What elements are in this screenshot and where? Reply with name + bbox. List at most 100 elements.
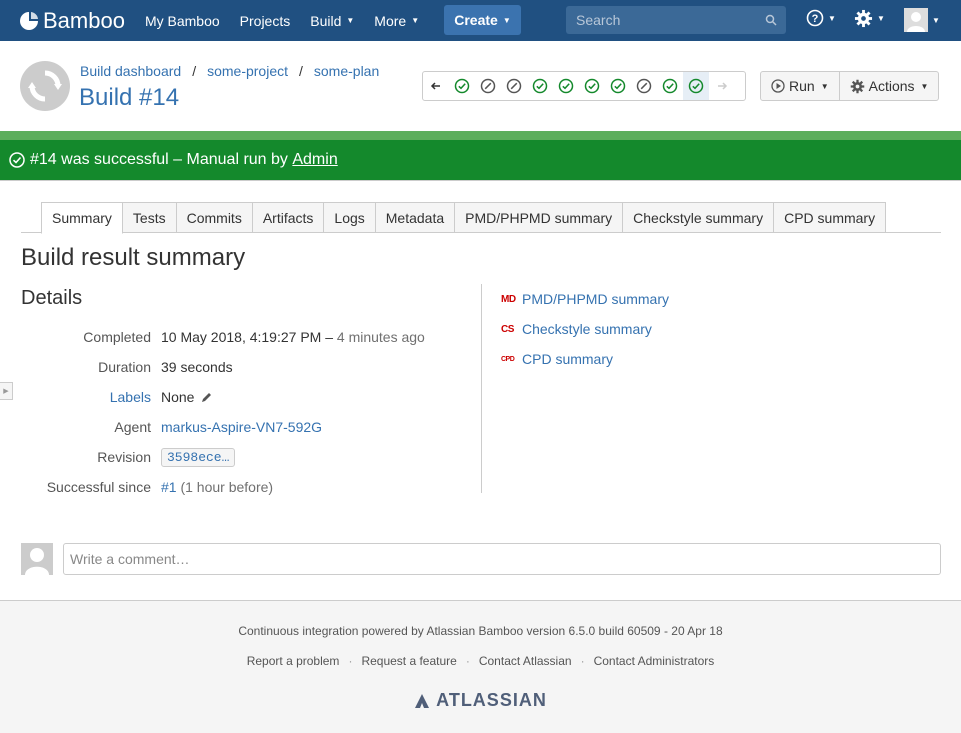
- details-heading: Details: [21, 287, 83, 309]
- tab-logs[interactable]: Logs: [324, 202, 376, 233]
- checkstyle-icon: CS: [501, 323, 514, 335]
- history-build-success[interactable]: [579, 72, 605, 100]
- chevron-down-icon: ▼: [502, 15, 511, 25]
- detail-value: None: [161, 389, 213, 405]
- breadcrumb-build-dashboard[interactable]: Build dashboard: [80, 63, 181, 79]
- triggered-by-user-link[interactable]: Admin: [292, 151, 337, 169]
- search-input[interactable]: [566, 6, 786, 34]
- history-build-not-built[interactable]: [501, 72, 527, 100]
- history-build-not-built[interactable]: [631, 72, 657, 100]
- history-next-button[interactable]: [709, 72, 735, 100]
- footer-separator: ·: [465, 654, 470, 668]
- atlassian-logo[interactable]: ATLASSIAN: [0, 690, 961, 711]
- chevron-right-icon: ▶: [3, 388, 9, 395]
- tab-commits[interactable]: Commits: [176, 202, 253, 233]
- revision-link[interactable]: 3598ece…: [161, 447, 236, 467]
- cpd-icon: CPD: [501, 355, 515, 363]
- bamboo-logo-icon: [20, 11, 38, 30]
- completed-time: 10 May 2018, 4:19:27 PM –: [161, 329, 337, 345]
- pmd-summary-link[interactable]: PMD/PHPMD summary: [522, 291, 669, 307]
- sidebar-expand-handle[interactable]: ▶: [0, 382, 13, 400]
- footer-separator: ·: [580, 654, 585, 668]
- detail-value: 3598ece…: [161, 447, 236, 467]
- nav-build-label: Build: [310, 12, 342, 29]
- history-build-success[interactable]: [449, 72, 475, 100]
- nav-my-bamboo[interactable]: My Bamboo: [145, 13, 220, 29]
- history-previous-button[interactable]: [423, 72, 449, 100]
- labels-value: None: [161, 389, 195, 405]
- tab-tests[interactable]: Tests: [122, 202, 177, 233]
- detail-label: Agent: [114, 419, 151, 435]
- breadcrumb-separator: /: [299, 63, 303, 79]
- column-divider: [481, 284, 482, 493]
- footer-powered-by: Continuous integration powered by Atlass…: [238, 624, 723, 638]
- search-icon[interactable]: [765, 14, 777, 26]
- gear-icon: [854, 9, 873, 28]
- user-avatar-icon: [21, 543, 53, 575]
- footer-separator: ·: [348, 654, 353, 668]
- arrow-right-icon: [718, 82, 728, 90]
- footer-contact-atlassian-link[interactable]: Contact Atlassian: [479, 654, 572, 668]
- checkstyle-summary-link[interactable]: Checkstyle summary: [522, 321, 652, 337]
- breadcrumb-separator: /: [192, 63, 197, 79]
- breadcrumb-project[interactable]: some-project: [207, 63, 288, 79]
- labels-link[interactable]: Labels: [21, 389, 151, 405]
- help-menu[interactable]: ? ▼: [806, 9, 836, 27]
- pencil-icon[interactable]: [200, 391, 213, 404]
- tab-pmd-phpmd-summary[interactable]: PMD/PHPMD summary: [455, 202, 624, 233]
- side-link-checkstyle[interactable]: CS Checkstyle summary: [501, 314, 669, 344]
- detail-label: Successful since: [46, 479, 151, 495]
- build-status-banner: #14 was successful – Manual run by Admin: [0, 131, 961, 181]
- success-icon: [584, 78, 600, 94]
- detail-value: markus-Aspire-VN7-592G: [161, 419, 322, 435]
- play-icon: [771, 79, 785, 93]
- actions-button[interactable]: Actions ▼: [838, 72, 939, 100]
- user-menu[interactable]: ▼: [904, 8, 940, 32]
- history-build-success[interactable]: [605, 72, 631, 100]
- create-button-label: Create: [454, 12, 498, 28]
- nav-build[interactable]: Build ▼: [310, 13, 354, 29]
- side-link-pmd[interactable]: MD PMD/PHPMD summary: [501, 284, 669, 314]
- success-icon: [9, 152, 25, 168]
- history-build-success[interactable]: [553, 72, 579, 100]
- plan-avatar: [20, 61, 70, 111]
- tab-summary[interactable]: Summary: [41, 202, 123, 234]
- settings-menu[interactable]: ▼: [854, 9, 885, 28]
- tab-cpd-summary[interactable]: CPD summary: [774, 202, 887, 233]
- tab-artifacts[interactable]: Artifacts: [252, 202, 325, 233]
- create-button[interactable]: Create ▼: [444, 5, 521, 35]
- breadcrumb-plan[interactable]: some-plan: [314, 63, 379, 79]
- agent-link[interactable]: markus-Aspire-VN7-592G: [161, 419, 322, 435]
- build-result-tabs: Summary Tests Commits Artifacts Logs Metadata…: [21, 202, 941, 234]
- run-button-label: Run: [789, 78, 815, 94]
- comment-input[interactable]: [64, 544, 940, 574]
- chevron-down-icon: ▼: [820, 81, 829, 91]
- footer-report-problem-link[interactable]: Report a problem: [247, 654, 340, 668]
- history-build-success[interactable]: [683, 72, 709, 100]
- chevron-down-icon: ▼: [920, 81, 929, 91]
- history-build-success[interactable]: [527, 72, 553, 100]
- cpd-summary-link[interactable]: CPD summary: [522, 351, 613, 367]
- comment-user-avatar: [21, 543, 53, 575]
- run-button[interactable]: Run ▼: [761, 72, 839, 100]
- history-build-success[interactable]: [657, 72, 683, 100]
- nav-more[interactable]: More ▼: [374, 13, 419, 29]
- report-summary-links: MD PMD/PHPMD summary CS Checkstyle summa…: [501, 284, 669, 374]
- bamboo-logo[interactable]: Bamboo: [19, 8, 125, 34]
- plan-actions: Run ▼ Actions ▼: [760, 71, 940, 101]
- nav-projects[interactable]: Projects: [240, 13, 291, 29]
- tab-metadata[interactable]: Metadata: [375, 202, 456, 233]
- tab-checkstyle-summary[interactable]: Checkstyle summary: [623, 202, 775, 233]
- side-link-cpd[interactable]: CPD CPD summary: [501, 344, 669, 374]
- atlassian-logo-icon: [415, 693, 430, 708]
- footer-request-feature-link[interactable]: Request a feature: [361, 654, 456, 668]
- success-icon: [662, 78, 678, 94]
- success-icon: [610, 78, 626, 94]
- history-build-not-built[interactable]: [475, 72, 501, 100]
- completed-relative-time: 4 minutes ago: [336, 329, 425, 345]
- nav-projects-label: Projects: [239, 12, 291, 29]
- successful-since-build-link[interactable]: #1: [161, 479, 177, 495]
- gear-icon: [850, 79, 864, 93]
- nav-more-label: More: [374, 12, 407, 29]
- footer-contact-admins-link[interactable]: Contact Administrators: [594, 654, 715, 668]
